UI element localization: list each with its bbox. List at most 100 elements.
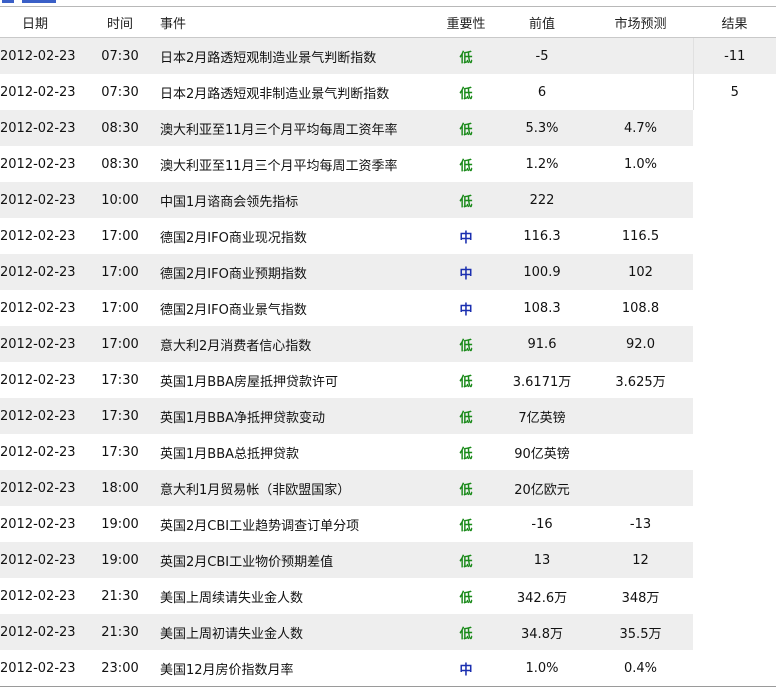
importance-badge: 低 <box>459 338 473 354</box>
importance-badge: 中 <box>459 230 473 246</box>
date-cell: 2012-02-23 <box>0 516 76 532</box>
time-cell: 08:30 <box>101 156 139 172</box>
table-row[interactable]: 2012-02-23 18:00 意大利1月贸易帐（非欧盟国家） 低 20亿欧元 <box>0 470 776 506</box>
time-cell: 17:00 <box>101 228 139 244</box>
event-cell: 美国上周初请失业金人数 <box>155 614 436 650</box>
table-row[interactable]: 2012-02-23 07:30 日本2月路透短观非制造业景气判断指数 低 6 5 <box>0 74 776 110</box>
event-cell: 美国上周续请失业金人数 <box>160 590 304 606</box>
table-row[interactable]: 2012-02-23 17:30 英国1月BBA总抵押贷款 低 90亿英镑 <box>0 434 776 470</box>
previous-cell: 13 <box>496 542 588 578</box>
date-cell: 2012-02-23 <box>0 254 85 290</box>
time-cell: 17:00 <box>85 326 155 362</box>
header-event[interactable]: 事件 <box>155 7 436 38</box>
table-row[interactable]: 2012-02-23 21:30 美国上周续请失业金人数 低 342.6万 348万 <box>0 578 776 614</box>
table-row[interactable]: 2012-02-23 17:00 德国2月IFO商业现况指数 中 116.3 116.5 <box>0 218 776 254</box>
previous-cell: 34.8万 <box>496 614 588 650</box>
event-cell: 中国1月谘商会领先指标 <box>155 182 436 218</box>
previous-cell: 100.9 <box>496 254 588 290</box>
top-strip <box>0 0 776 7</box>
forecast-cell: 1.0% <box>623 156 658 172</box>
previous-cell: 20亿欧元 <box>496 470 588 506</box>
importance-cell: 低 <box>436 74 496 110</box>
event-cell: 英国1月BBA总抵押贷款 <box>160 446 300 462</box>
time-cell: 17:30 <box>101 372 139 388</box>
table-header-row: 日期 时间 事件 重要性 前值 市场预测 结果 <box>0 7 776 38</box>
importance-badge: 低 <box>459 410 473 426</box>
importance-cell: 低 <box>436 434 496 470</box>
previous-cell: 90亿英镑 <box>514 446 570 462</box>
time-cell: 21:30 <box>101 588 139 604</box>
event-cell: 德国2月IFO商业预期指数 <box>155 254 436 290</box>
event-cell: 英国1月BBA净抵押贷款变动 <box>155 398 436 434</box>
forecast-cell: 348万 <box>621 590 660 606</box>
header-importance[interactable]: 重要性 <box>436 7 496 38</box>
time-cell: 08:30 <box>85 110 155 146</box>
table-row[interactable]: 2012-02-23 08:30 澳大利亚至11月三个月平均每周工资年率 低 5.3% 4… <box>0 110 776 146</box>
date-cell: 2012-02-23 <box>0 542 85 578</box>
table-row[interactable]: 2012-02-23 19:00 英国2月CBI工业趋势调查订单分项 低 -16 -13 <box>0 506 776 542</box>
importance-badge: 中 <box>459 266 473 282</box>
time-cell: 17:00 <box>85 254 155 290</box>
date-cell: 2012-02-23 <box>0 660 76 676</box>
importance-badge: 低 <box>459 482 473 498</box>
header-time[interactable]: 时间 <box>85 7 155 38</box>
result-cell <box>693 218 776 254</box>
importance-badge: 低 <box>459 590 473 606</box>
previous-cell: 6 <box>537 84 547 100</box>
previous-cell: 1.2% <box>525 156 559 172</box>
result-cell <box>693 650 776 686</box>
result-cell <box>693 326 776 362</box>
forecast-cell <box>588 74 693 110</box>
date-cell: 2012-02-23 <box>0 444 76 460</box>
table-row[interactable]: 2012-02-23 17:30 英国1月BBA房屋抵押贷款许可 低 3.6171万 3.… <box>0 362 776 398</box>
header-previous[interactable]: 前值 <box>496 7 588 38</box>
forecast-cell: 102 <box>588 254 693 290</box>
importance-cell: 低 <box>436 110 496 146</box>
importance-cell: 低 <box>436 542 496 578</box>
importance-badge: 低 <box>459 158 473 174</box>
table-row[interactable]: 2012-02-23 17:30 英国1月BBA净抵押贷款变动 低 7亿英镑 <box>0 398 776 434</box>
table-row[interactable]: 2012-02-23 17:00 意大利2月消费者信心指数 低 91.6 92.0 <box>0 326 776 362</box>
importance-cell: 低 <box>436 470 496 506</box>
result-cell <box>693 362 776 398</box>
date-cell: 2012-02-23 <box>0 372 76 388</box>
header-result[interactable]: 结果 <box>693 7 776 38</box>
forecast-cell: 12 <box>588 542 693 578</box>
table-row[interactable]: 2012-02-23 07:30 日本2月路透短观制造业景气判断指数 低 -5 -11 <box>0 37 776 74</box>
previous-cell: 116.3 <box>523 228 561 244</box>
forecast-cell: 3.625万 <box>615 374 666 390</box>
table-row[interactable]: 2012-02-23 10:00 中国1月谘商会领先指标 低 222 <box>0 182 776 218</box>
importance-cell: 低 <box>436 146 496 182</box>
event-cell: 英国2月CBI工业物价预期差值 <box>155 542 436 578</box>
result-cell <box>693 578 776 614</box>
table-row[interactable]: 2012-02-23 21:30 美国上周初请失业金人数 低 34.8万 35.5万 <box>0 614 776 650</box>
table-row[interactable]: 2012-02-23 17:00 德国2月IFO商业景气指数 中 108.3 108.8 <box>0 290 776 326</box>
result-cell <box>693 290 776 326</box>
event-cell: 美国12月房价指数月率 <box>160 662 294 678</box>
event-cell: 日本2月路透短观非制造业景气判断指数 <box>160 86 390 102</box>
forecast-cell: -13 <box>629 516 652 532</box>
importance-badge: 中 <box>459 662 473 678</box>
result-cell <box>693 542 776 578</box>
event-cell: 德国2月IFO商业景气指数 <box>160 302 307 318</box>
table-row[interactable]: 2012-02-23 23:00 美国12月房价指数月率 中 1.0% 0.4% <box>0 650 776 686</box>
table-row[interactable]: 2012-02-23 08:30 澳大利亚至11月三个月平均每周工资季率 低 1.2% 1… <box>0 146 776 182</box>
header-date[interactable]: 日期 <box>0 7 85 38</box>
header-forecast[interactable]: 市场预测 <box>588 7 693 38</box>
top-strip-mark <box>22 0 56 3</box>
importance-badge: 低 <box>459 50 473 66</box>
table-bottom-divider <box>0 686 776 691</box>
table-row[interactable]: 2012-02-23 19:00 英国2月CBI工业物价预期差值 低 13 12 <box>0 542 776 578</box>
importance-badge: 低 <box>459 554 473 570</box>
event-cell: 英国1月BBA房屋抵押贷款许可 <box>160 374 339 390</box>
result-cell <box>693 470 776 506</box>
table-row[interactable]: 2012-02-23 17:00 德国2月IFO商业预期指数 中 100.9 102 <box>0 254 776 290</box>
importance-cell: 低 <box>436 506 496 542</box>
forecast-cell: 116.5 <box>621 228 660 244</box>
importance-cell: 低 <box>436 37 496 74</box>
forecast-cell <box>588 37 693 74</box>
previous-cell: -5 <box>496 37 588 74</box>
date-cell: 2012-02-23 <box>0 398 85 434</box>
time-cell: 10:00 <box>85 182 155 218</box>
date-cell: 2012-02-23 <box>0 37 85 74</box>
